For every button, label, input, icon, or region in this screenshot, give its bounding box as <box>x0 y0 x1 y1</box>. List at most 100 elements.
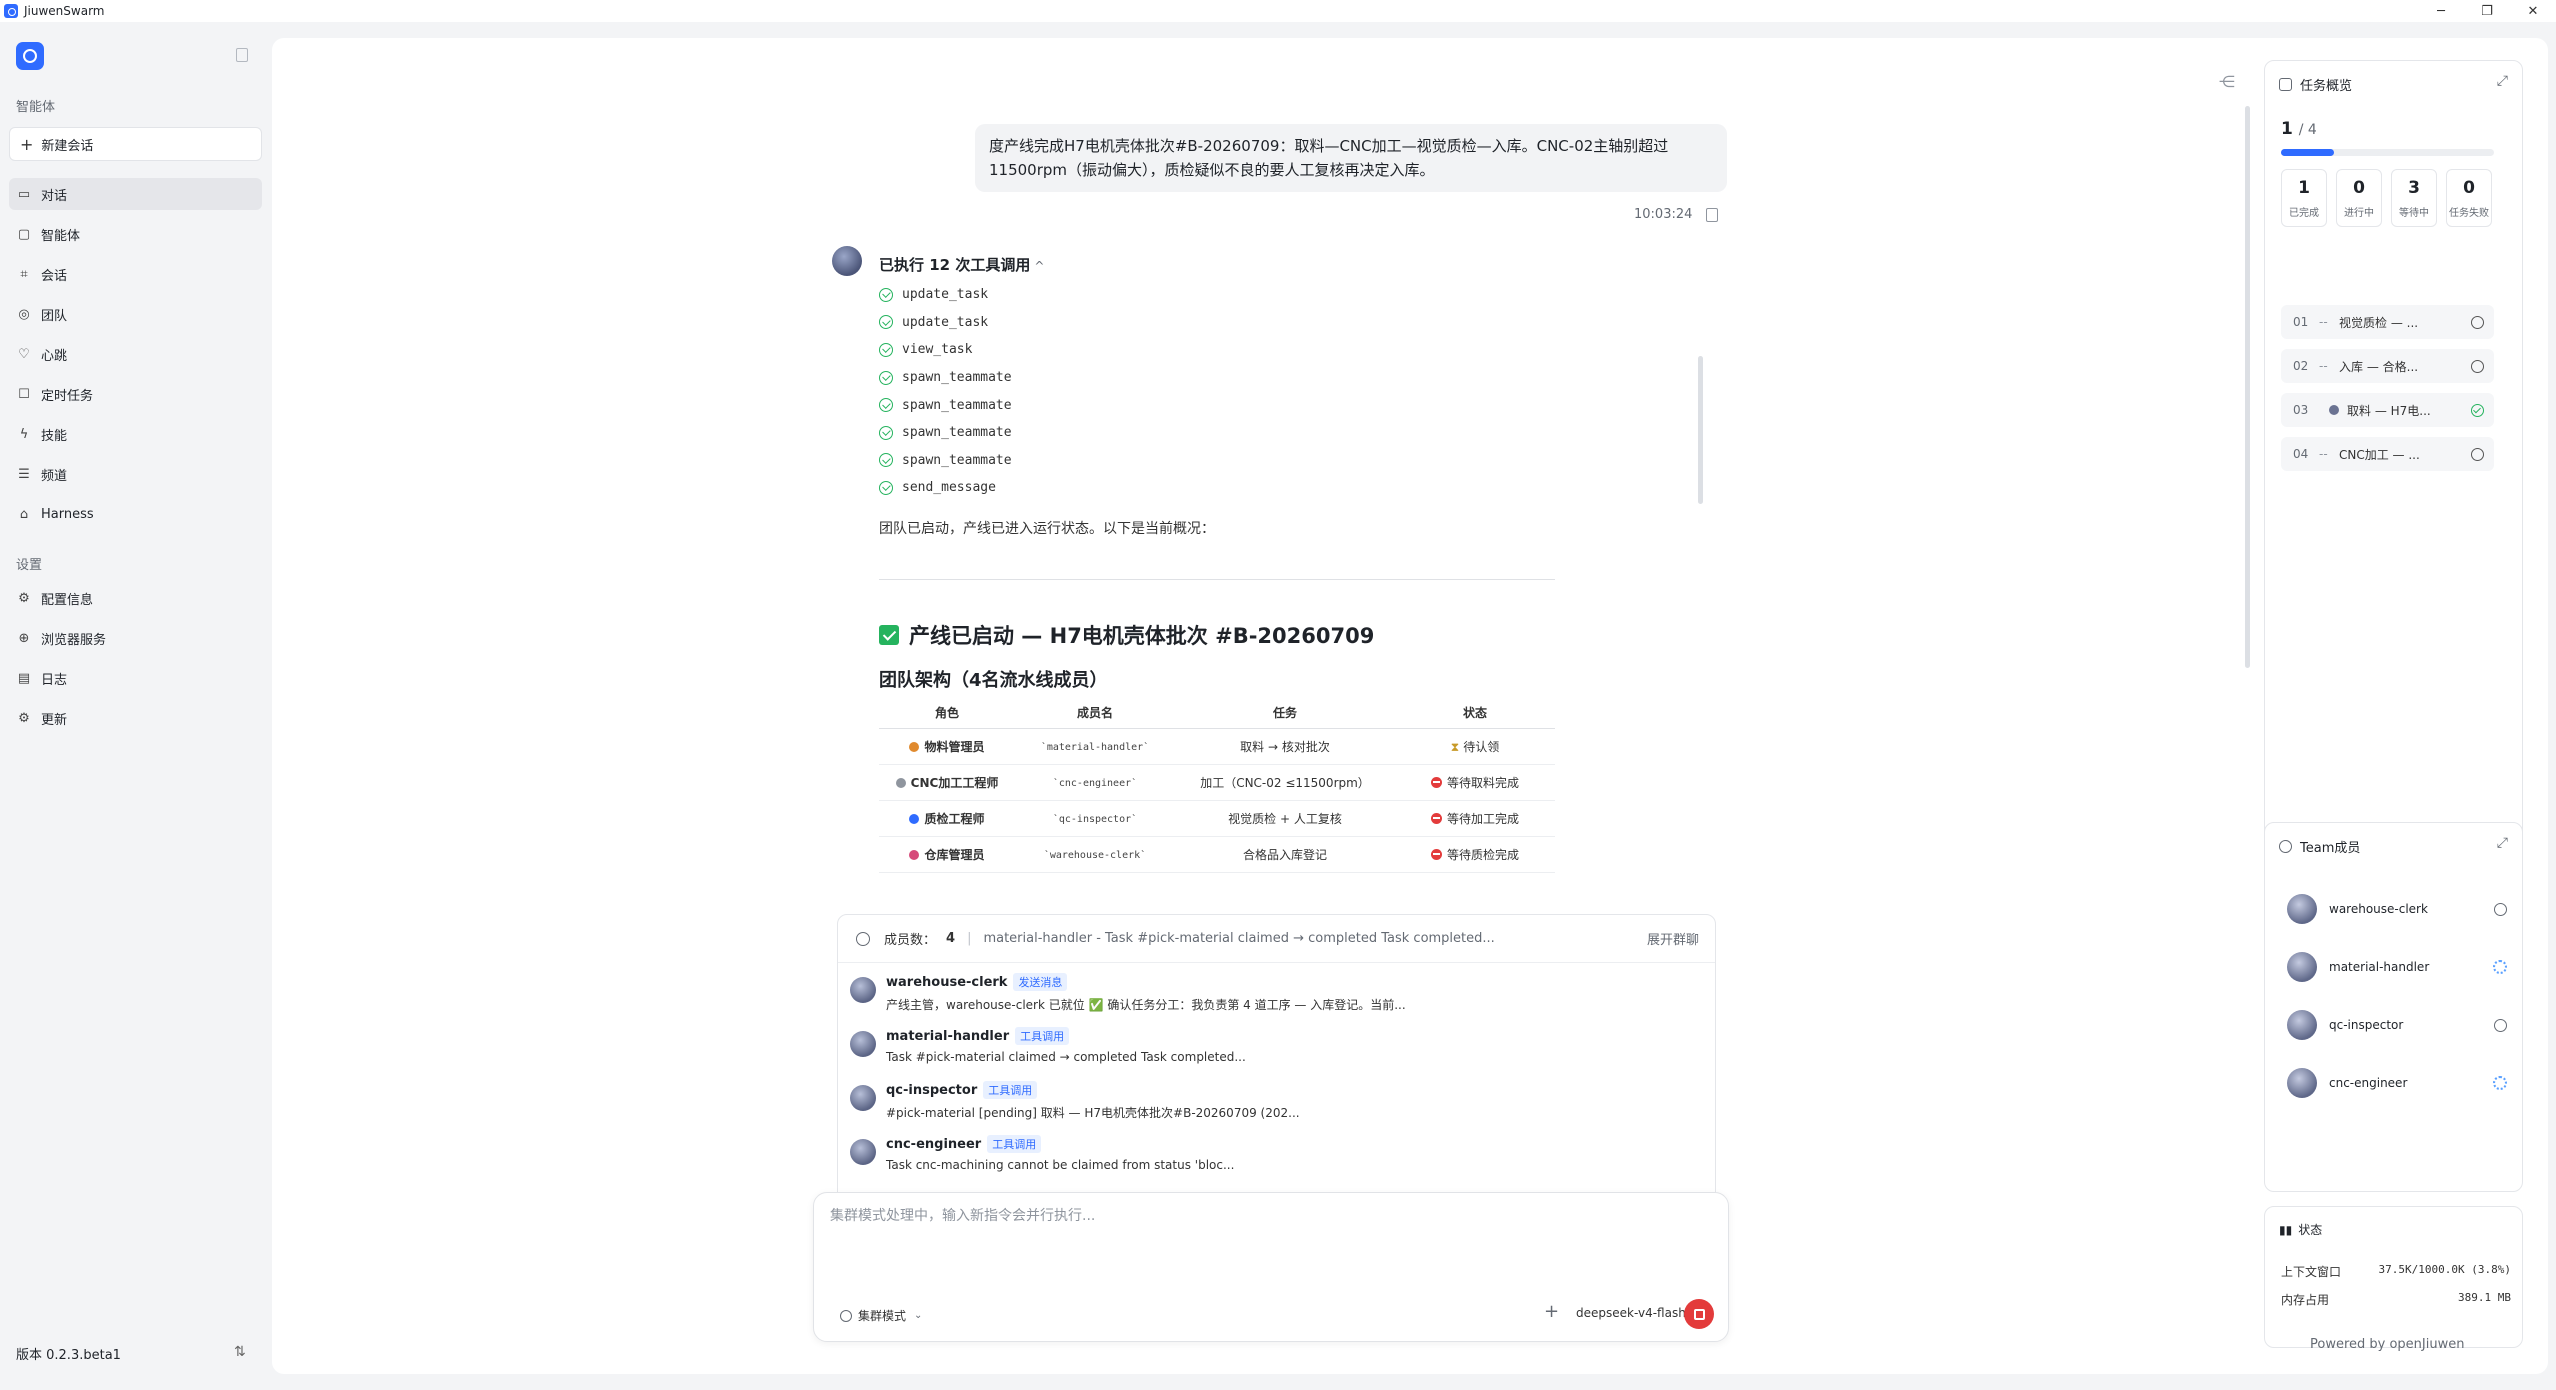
loading-spinner-icon <box>2493 960 2507 974</box>
status-text: 等待取料完成 <box>1446 775 1519 790</box>
tool-list-scrollbar[interactable] <box>1698 356 1703 504</box>
sidebar-item-channels[interactable]: ☰ 频道 <box>9 458 262 490</box>
task-cell: 合格品入库登记 <box>1175 836 1395 873</box>
stop-button[interactable] <box>1684 1299 1714 1329</box>
stat-failed: 0 任务失败 <box>2446 169 2492 227</box>
team-member[interactable]: qc-inspector <box>2287 1007 2507 1043</box>
minimize-button[interactable]: ─ <box>2418 0 2464 22</box>
close-button[interactable]: ✕ <box>2510 0 2556 22</box>
team-member[interactable]: material-handler <box>2287 949 2507 985</box>
feed-item[interactable]: qc-inspector 工具调用 #pick-material [pending… <box>838 1071 1715 1125</box>
sidebar-item-agents[interactable]: ▢ 智能体 <box>9 218 262 250</box>
table-row: 物料管理员 `material-handler` 取料 → 核对批次 ⧗ 待认领 <box>879 728 1555 765</box>
check-circle-icon <box>879 287 893 302</box>
expand-icon[interactable]: ⤢ <box>2497 73 2508 89</box>
magnifier-icon <box>909 813 920 824</box>
message-composer: 集群模式 ⌄ + deepseek-v4-flash <box>813 1192 1729 1342</box>
sidebar-item-update[interactable]: ⚙ 更新 <box>9 702 262 734</box>
sidebar-item-config[interactable]: ⚙ 配置信息 <box>9 582 262 614</box>
team-icon: ◎ <box>18 306 30 322</box>
maximize-button[interactable]: ❐ <box>2464 0 2510 22</box>
stat-label: 任务失败 <box>2449 208 2489 219</box>
sidebar-item-chat[interactable]: ▭ 对话 <box>9 178 262 210</box>
stat-label: 等待中 <box>2399 208 2429 219</box>
role-cell: 仓库管理员 <box>879 836 1015 873</box>
status-text: 待认领 <box>1463 739 1500 754</box>
task-progress-text: 1 / 4 <box>2281 119 2317 139</box>
status-panel: ▮▮ 状态 上下文窗口 37.5K/1000.0K (3.8%) 内存占用 389.1… <box>2264 1206 2523 1348</box>
sidebar-item-label: 技能 <box>41 428 68 444</box>
chat-scrollbar[interactable] <box>2245 106 2250 668</box>
add-attachment-button[interactable]: + <box>1544 1301 1559 1322</box>
sidebar-collapse-icon[interactable] <box>236 48 248 62</box>
expand-icon[interactable]: ⤢ <box>2497 835 2508 851</box>
harness-icon: ⌂ <box>19 506 29 522</box>
activity-tag: 工具调用 <box>987 1135 1042 1153</box>
mode-selector[interactable]: 集群模式 ⌄ <box>840 1307 922 1324</box>
team-activity-feed: 成员数： 4 | material-handler - Task #pick-m… <box>837 914 1716 1232</box>
blocked-icon <box>1430 848 1442 860</box>
avatar <box>850 1085 876 1111</box>
chat-icon: ▭ <box>17 186 31 202</box>
section-label-agents: 智能体 <box>16 100 56 115</box>
clock-icon <box>2471 359 2484 373</box>
feed-item[interactable]: material-handler 工具调用 Task #pick-material… <box>838 1017 1715 1071</box>
task-item[interactable]: 02 -- 入库 — 合格... <box>2281 349 2494 383</box>
version-label: 版本 0.2.3.beta1 <box>16 1348 121 1363</box>
tasks-done-count: 1 <box>2281 119 2293 139</box>
launch-heading-text: 产线已启动 — H7电机壳体批次 #B-20260709 <box>909 624 1375 648</box>
sidebar-item-sessions[interactable]: ⌗ 会话 <box>9 258 262 290</box>
message-timestamp: 10:03:24 <box>1634 207 1693 222</box>
assistant-avatar <box>832 246 862 276</box>
task-item[interactable]: 01 -- 视觉质检 — ... <box>2281 305 2494 339</box>
message-input[interactable] <box>830 1205 1710 1265</box>
tool-calls-toggle[interactable]: 已执行 12 次工具调用 ^ <box>879 254 1044 275</box>
role-cell: CNC加工工程师 <box>879 764 1015 801</box>
status-header: ▮▮ 状态 <box>2279 1221 2322 1238</box>
sidebar-item-label: 智能体 <box>41 228 81 244</box>
team-member[interactable]: cnc-engineer <box>2287 1065 2507 1101</box>
wrench-icon <box>895 777 906 788</box>
sidebar-item-browser[interactable]: ⊕ 浏览器服务 <box>9 622 262 654</box>
task-progress-fill <box>2281 149 2335 156</box>
activity-tag: 工具调用 <box>983 1081 1038 1099</box>
chevron-down-icon: ⌄ <box>914 1310 923 1321</box>
tool-call-item: spawn_teammate <box>879 364 1012 392</box>
stat-value: 1 <box>2298 178 2310 198</box>
sidebar-item-label: 浏览器服务 <box>41 632 107 648</box>
sliders-icon[interactable]: ⇅ <box>234 1344 246 1360</box>
new-chat-button[interactable]: + 新建会话 <box>9 127 262 161</box>
member-id: `cnc-engineer` <box>1052 778 1138 789</box>
team-member[interactable]: warehouse-clerk <box>2287 891 2507 927</box>
app-logo[interactable] <box>16 42 44 70</box>
sidebar-item-team[interactable]: ◎ 团队 <box>9 298 262 330</box>
stop-icon <box>1693 1308 1705 1320</box>
sidebar-item-heartbeat[interactable]: ♡ 心跳 <box>9 338 262 370</box>
check-circle-icon <box>879 480 893 495</box>
panel-title: Team成员 <box>2300 841 2361 856</box>
stat-label: 上下文窗口 <box>2281 1265 2342 1279</box>
sidebar-item-schedule[interactable]: ☐ 定时任务 <box>9 378 262 410</box>
model-selector[interactable]: deepseek-v4-flash <box>1576 1306 1686 1320</box>
table-row: 质检工程师 `qc-inspector` 视觉质检 + 人工复核 等待加工完成 <box>879 800 1555 837</box>
sidebar-item-harness[interactable]: ⌂ Harness <box>9 498 262 530</box>
task-item[interactable]: 04 -- CNC加工 — ... <box>2281 437 2494 471</box>
sidebar-item-skills[interactable]: ϟ 技能 <box>9 418 262 450</box>
feed-header: 成员数： 4 | material-handler - Task #pick-m… <box>838 915 1715 963</box>
activity-tag: 工具调用 <box>1015 1027 1070 1045</box>
share-icon[interactable]: ⋲ <box>2219 72 2235 91</box>
member-count-label: 成员数： <box>884 933 937 948</box>
expand-group-chat-button[interactable]: 展开群聊 <box>1647 929 1699 948</box>
member-cell: `qc-inspector` <box>1015 800 1175 837</box>
task-item[interactable]: 03 取料 — H7电... <box>2281 393 2494 427</box>
feed-item[interactable]: warehouse-clerk 发送消息 产线主管，warehouse-clerk… <box>838 963 1715 1017</box>
role-name: 质检工程师 <box>924 811 985 826</box>
section-label-settings: 设置 <box>16 558 43 573</box>
sidebar-item-logs[interactable]: ▤ 日志 <box>9 662 262 694</box>
task-number: 04 <box>2293 447 2309 461</box>
feed-item[interactable]: cnc-engineer 工具调用 Task cnc-machining cann… <box>838 1125 1715 1179</box>
task-number: 03 <box>2293 403 2309 417</box>
tool-call-name: spawn_teammate <box>902 370 1012 386</box>
copy-icon[interactable] <box>1706 208 1718 222</box>
channel-icon: ☰ <box>18 466 30 482</box>
